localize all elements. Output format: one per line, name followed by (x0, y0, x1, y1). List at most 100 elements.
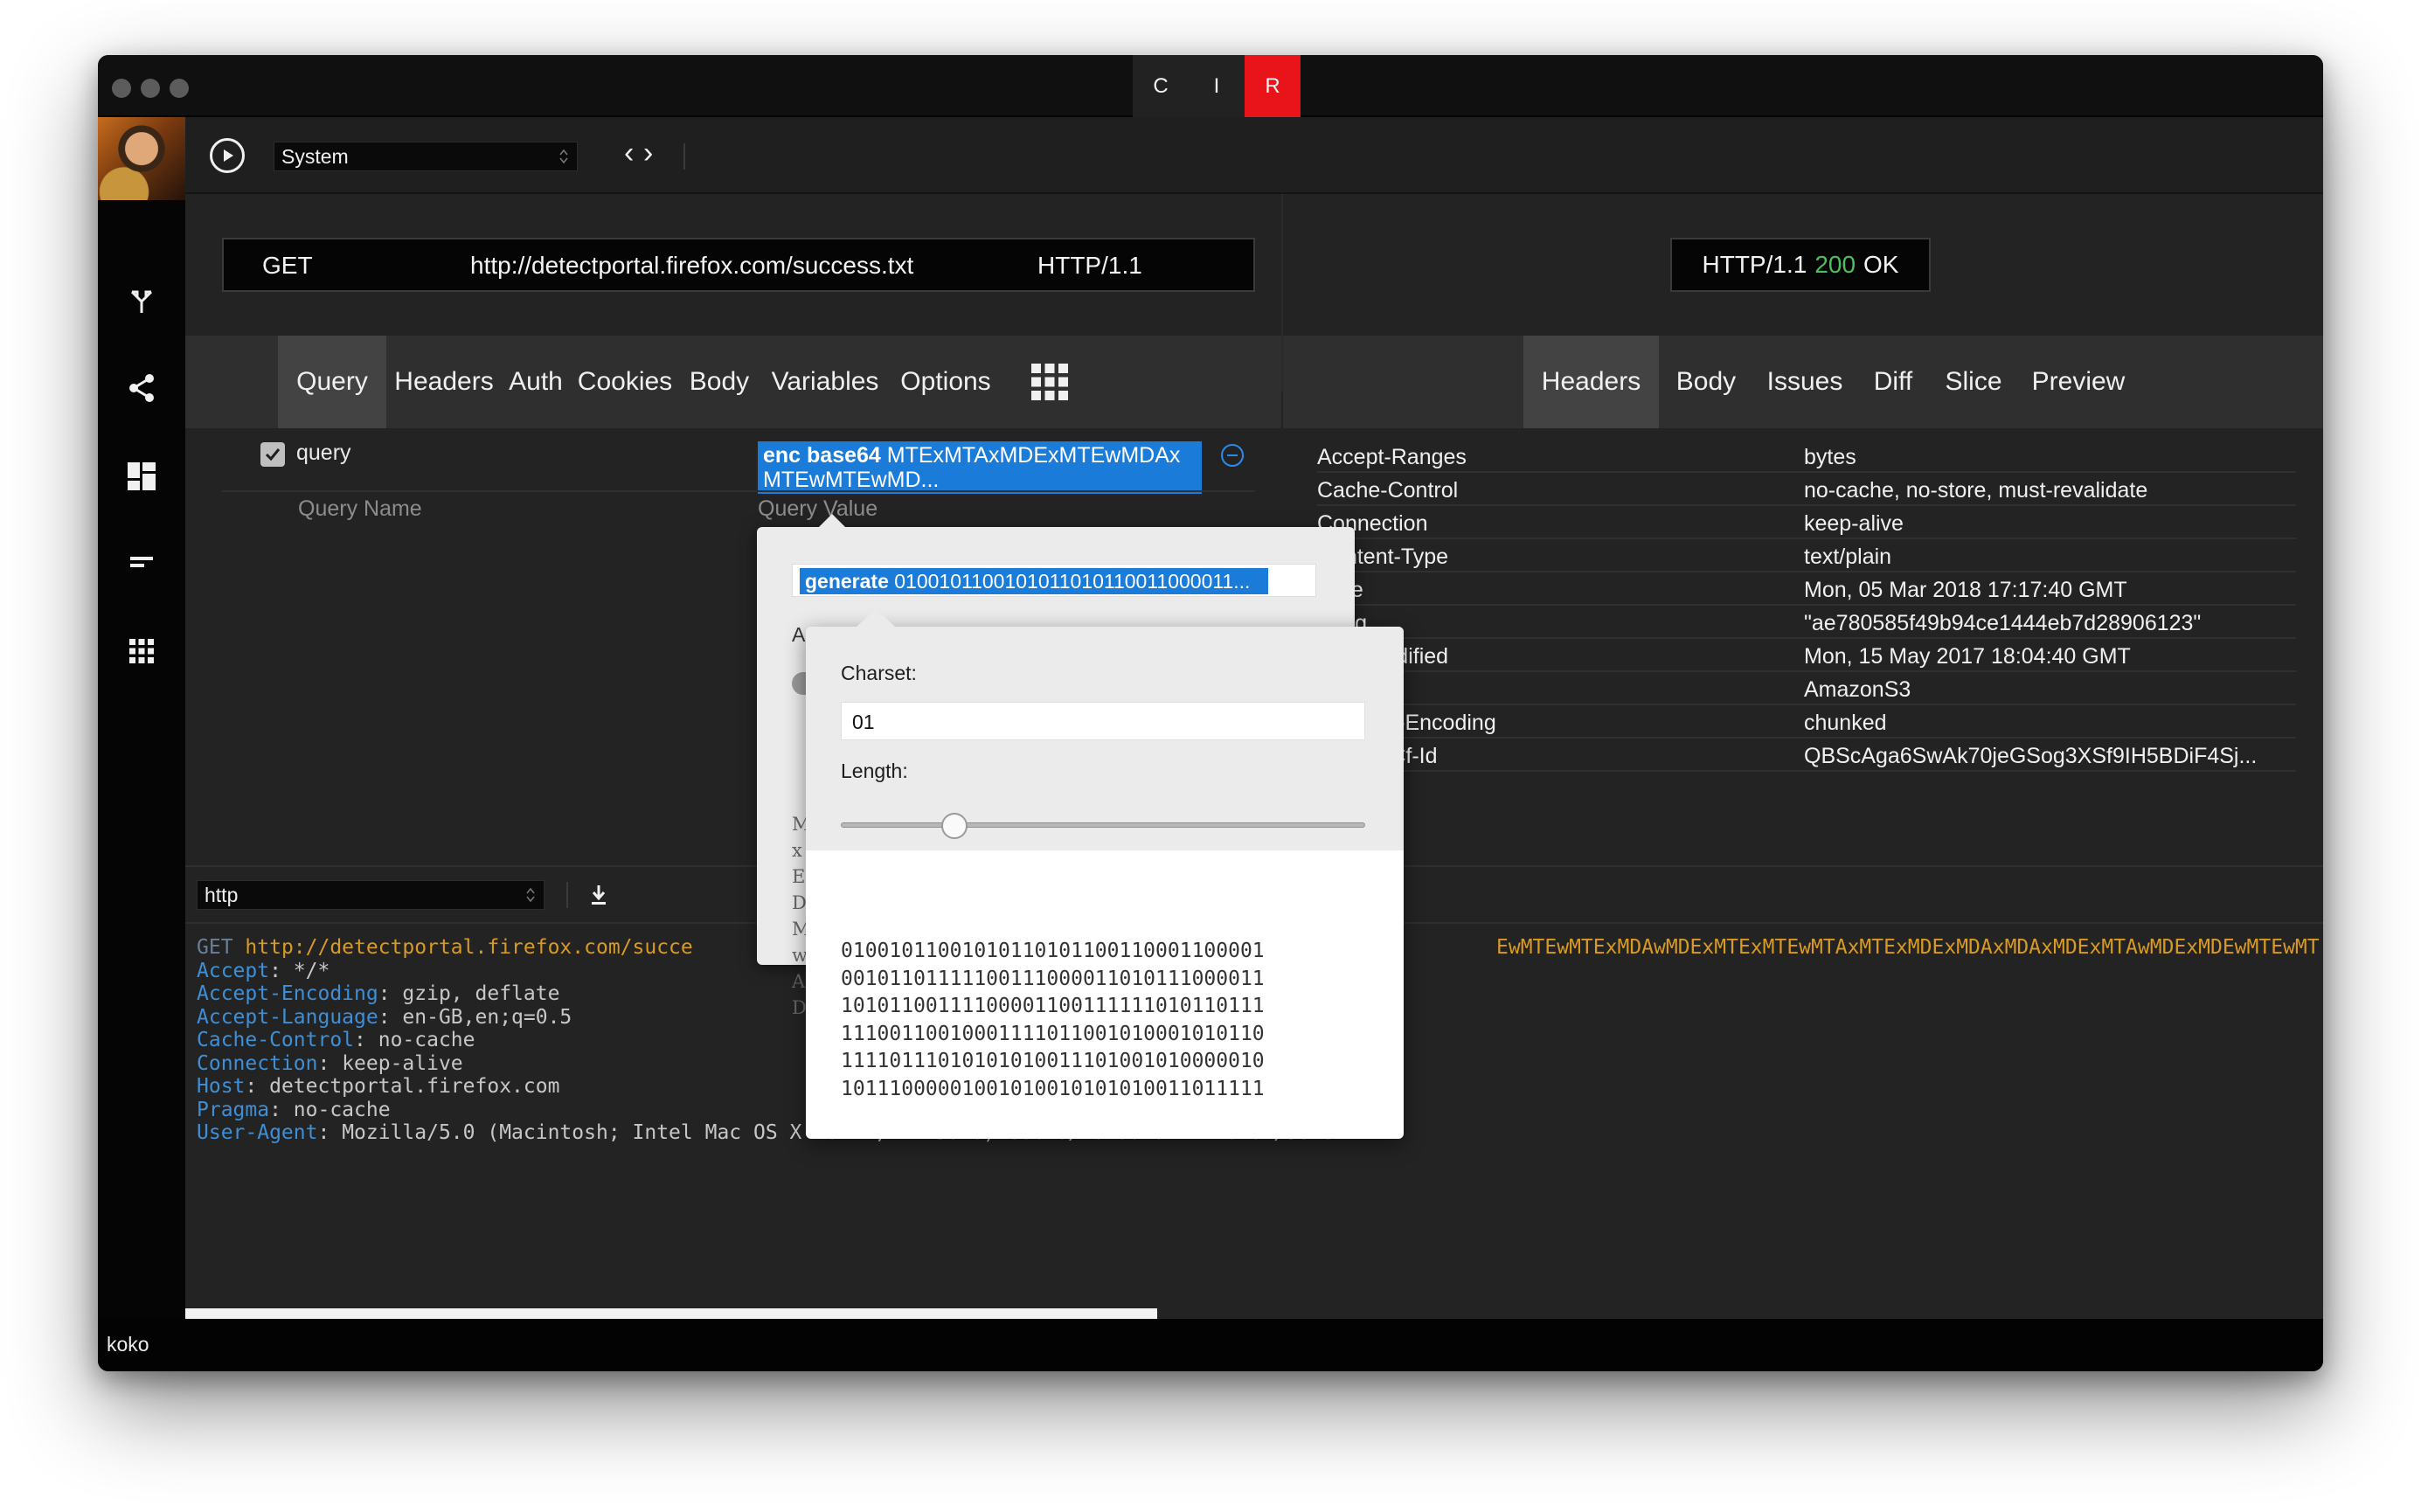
header-value: Mon, 15 May 2017 18:04:40 GMT (1804, 644, 2131, 669)
toolbar: System ‹ › (185, 117, 2323, 194)
length-slider-thumb[interactable] (941, 813, 968, 839)
mode-button-i[interactable]: I (1189, 55, 1245, 117)
output-line: 10101100111100001100111111010110111 (841, 995, 1265, 1017)
header-value: QBScAga6SwAk70jeGSog3XSf9IH5BDiF4Sj... (1804, 744, 2258, 768)
response-protocol: HTTP/1.1 (1702, 251, 1807, 278)
horizontal-scrollbar-thumb[interactable] (185, 1308, 1157, 1319)
avatar[interactable] (98, 117, 185, 200)
response-tab-bar: Headers Body Issues Diff Slice Preview (1283, 336, 2323, 428)
tab-query[interactable]: Query (278, 336, 386, 428)
checkmark-icon (265, 448, 281, 461)
tab-options[interactable]: Options (891, 336, 1000, 428)
query-enabled-checkbox[interactable] (260, 442, 285, 467)
environment-select-value: System (281, 144, 349, 168)
tab-headers[interactable]: Headers (386, 336, 502, 428)
updown-chevron-icon (526, 887, 535, 903)
query-name[interactable]: query (296, 440, 351, 466)
generator-popover: Charset: 01 Length: 01001011001010110101… (806, 609, 1404, 1139)
header-value: AmazonS3 (1804, 677, 1911, 702)
query-value-encoding: enc base64 (763, 443, 881, 468)
apps-grid-icon[interactable] (122, 632, 161, 670)
response-status-text: OK (1863, 251, 1899, 278)
preview-fragment: D (792, 997, 807, 1018)
tab-response-issues[interactable]: Issues (1753, 336, 1856, 428)
raw-format-select[interactable]: http (197, 880, 545, 910)
query-name-placeholder[interactable]: Query Name (298, 496, 422, 522)
tab-cookies[interactable]: Cookies (570, 336, 680, 428)
tab-response-headers[interactable]: Headers (1523, 336, 1659, 428)
generate-prefix: generate (805, 570, 889, 593)
raw-header-value: detectportal.firefox.com (269, 1075, 560, 1098)
lines-icon[interactable] (122, 543, 161, 581)
header-value: chunked (1804, 711, 1887, 735)
response-header-row: Cache-Control no-cache, no-store, must-re… (1317, 473, 2296, 506)
response-header-row: ServerAmazonS3 (1317, 672, 2296, 705)
tab-variables[interactable]: Variables (759, 336, 891, 428)
transform-label-fragment: A (792, 623, 806, 646)
run-icon[interactable] (210, 138, 245, 173)
length-slider[interactable] (841, 813, 1365, 839)
preview-fragment: E (792, 866, 806, 887)
zoom-window-button[interactable] (170, 79, 189, 98)
header-value: text/plain (1804, 544, 1892, 569)
share-icon[interactable] (122, 369, 161, 407)
raw-header-key: Pragma (197, 1098, 270, 1121)
close-window-button[interactable] (112, 79, 131, 98)
raw-header-value: keep-alive (342, 1051, 463, 1075)
download-icon[interactable] (586, 882, 612, 908)
header-value: bytes (1804, 445, 1856, 469)
remove-query-icon[interactable] (1221, 444, 1244, 467)
preview-fragment: x (792, 840, 802, 861)
updown-chevron-icon (559, 149, 568, 164)
charset-input[interactable]: 01 (841, 702, 1365, 740)
app-window: C I R System ‹ › GET http://detectportal… (98, 55, 2323, 1371)
tab-response-diff[interactable]: Diff (1856, 336, 1930, 428)
request-protocol[interactable]: HTTP/1.1 (1037, 252, 1142, 280)
output-line: 10111000001001010010101010011011111 (841, 1077, 1265, 1100)
request-url[interactable]: http://detectportal.firefox.com/success.… (470, 252, 913, 280)
tab-auth[interactable]: Auth (502, 336, 570, 428)
raw-header-value: en-GB,en;q=0.5 (402, 1005, 572, 1029)
generate-field[interactable]: generate 0100101100101011010110011000011… (792, 564, 1316, 597)
tab-body[interactable]: Body (680, 336, 759, 428)
raw-method: GET (197, 936, 233, 959)
query-value[interactable]: enc base64 MTExMTAxMDExMTEwMDAxMTEwMTEwM… (758, 441, 1202, 494)
grid-menu-icon[interactable] (1010, 336, 1089, 428)
nav-forward-button[interactable]: › (643, 136, 653, 170)
tab-response-body[interactable]: Body (1659, 336, 1753, 428)
header-key: Cache-Control (1317, 478, 1459, 503)
output-line: 11110111010101010011101001010000010 (841, 1050, 1265, 1072)
header-value: Mon, 05 Mar 2018 17:17:40 GMT (1804, 578, 2127, 602)
request-method[interactable]: GET (262, 252, 313, 280)
response-header-row: Connection keep-alive (1317, 506, 2296, 539)
response-header-row: Last-ModifiedMon, 15 May 2017 18:04:40 G… (1317, 639, 2296, 672)
environment-select[interactable]: System (274, 142, 578, 171)
generate-value[interactable]: generate 0100101100101011010110011000011… (800, 568, 1268, 594)
raw-url-tail: EwMTEwMTExMDAwMDExMTExMTEwMTAxMTExMDExMD… (1496, 936, 2320, 959)
tab-response-slice[interactable]: Slice (1930, 336, 2017, 428)
mode-button-c[interactable]: C (1133, 55, 1189, 117)
length-label: Length: (841, 759, 908, 782)
title-bar: C I R (98, 55, 2323, 117)
header-value: "ae780585f49b94ce1444eb7d28906123" (1804, 611, 2202, 635)
raw-header-key: Accept-Language (197, 1005, 378, 1029)
raw-header-key: Host (197, 1075, 246, 1098)
nav-back-button[interactable]: ‹ (624, 136, 634, 170)
generated-output[interactable]: 01001011001010110101100110001100001 00101… (841, 938, 1265, 1103)
minimize-window-button[interactable] (141, 79, 160, 98)
request-line[interactable]: GET http://detectportal.firefox.com/succ… (222, 238, 1255, 292)
raw-header-key: User-Agent (197, 1121, 318, 1144)
preview-fragment: D (792, 892, 807, 913)
mode-button-r[interactable]: R (1245, 55, 1301, 117)
raw-header-value: gzip, deflate (402, 982, 560, 1005)
tab-response-preview[interactable]: Preview (2017, 336, 2140, 428)
raw-toolbar-divider (566, 882, 568, 908)
header-value: no-cache, no-store, must-revalidate (1804, 478, 2148, 503)
toggle-fragment[interactable] (792, 672, 806, 695)
merge-icon[interactable] (122, 282, 161, 321)
dashboard-icon[interactable] (122, 457, 161, 496)
charset-label: Charset: (841, 662, 917, 684)
raw-header-key: Accept (197, 959, 270, 982)
request-tab-bar: Query Headers Auth Cookies Body Variable… (185, 336, 1281, 428)
header-value: keep-alive (1804, 511, 1904, 536)
